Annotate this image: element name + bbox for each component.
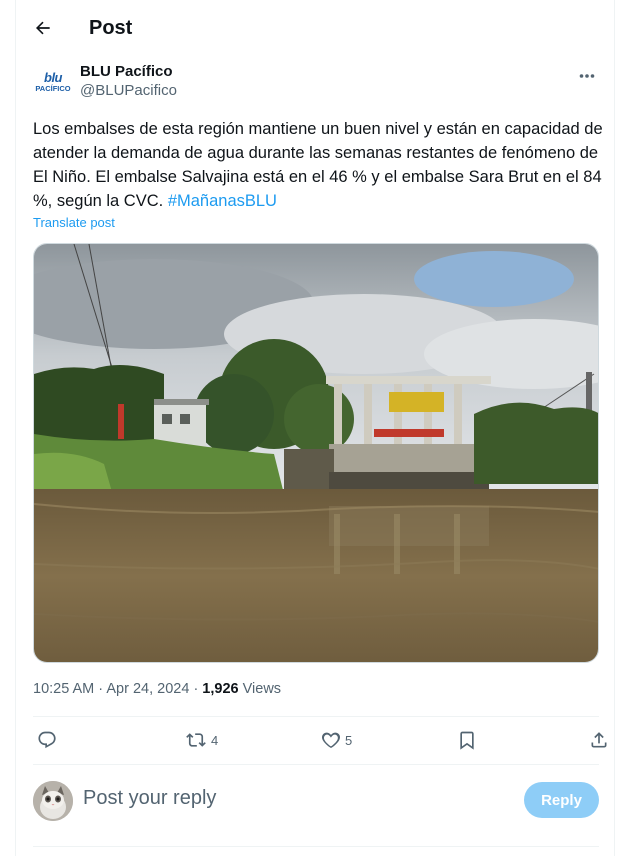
back-button[interactable] bbox=[30, 15, 56, 41]
meta-separator: · bbox=[193, 681, 203, 697]
reply-input[interactable]: Post your reply bbox=[83, 787, 216, 810]
translate-post-link[interactable]: Translate post bbox=[33, 215, 115, 230]
post-image[interactable] bbox=[33, 243, 599, 663]
reply-composer: Post your reply Reply bbox=[33, 772, 599, 830]
more-icon bbox=[579, 74, 595, 78]
repost-icon bbox=[186, 733, 206, 747]
like-count: 5 bbox=[345, 732, 353, 748]
share-action[interactable] bbox=[589, 729, 609, 751]
author-avatar[interactable]: blu PACÍFICO bbox=[33, 67, 73, 97]
bookmark-icon bbox=[460, 731, 474, 750]
author-name[interactable]: BLU Pacífico bbox=[80, 63, 173, 80]
user-avatar[interactable] bbox=[33, 781, 73, 821]
post-text: Los embalses de esta región mantiene un … bbox=[33, 117, 608, 213]
repost-action[interactable]: 4 bbox=[185, 729, 218, 751]
like-action[interactable]: 5 bbox=[321, 729, 352, 751]
post-column: Post blu PACÍFICO BLU Pacífico @BLUPacif… bbox=[15, 0, 615, 856]
logo-wordmark: blu bbox=[44, 69, 63, 85]
bookmark-action[interactable] bbox=[457, 729, 477, 751]
views-label: Views bbox=[242, 681, 282, 697]
action-bar: 4 5 bbox=[33, 717, 607, 763]
divider bbox=[33, 764, 599, 765]
post-author: blu PACÍFICO BLU Pacífico @BLUPacifico bbox=[33, 60, 599, 104]
post-date[interactable]: Apr 24, 2024 bbox=[106, 681, 189, 697]
post-meta: 10:25 AM · Apr 24, 2024 · 1,926 Views bbox=[33, 681, 281, 697]
page-title: Post bbox=[89, 17, 133, 39]
cat-avatar-image bbox=[33, 781, 73, 821]
divider bbox=[33, 846, 599, 847]
page-header: Post bbox=[16, 0, 616, 58]
hashtag-link[interactable]: #MañanasBLU bbox=[168, 192, 277, 210]
heart-icon bbox=[321, 732, 341, 748]
logo-subtext: PACÍFICO bbox=[35, 83, 71, 93]
post-body: Los embalses de esta región mantiene un … bbox=[33, 120, 603, 210]
more-options-button[interactable] bbox=[575, 66, 599, 86]
reply-action[interactable] bbox=[37, 729, 57, 751]
repost-count: 4 bbox=[211, 732, 219, 748]
views-count: 1,926 bbox=[202, 681, 239, 697]
arrow-left-icon bbox=[36, 21, 50, 35]
post-time[interactable]: 10:25 AM bbox=[33, 681, 94, 697]
reply-icon bbox=[38, 731, 56, 749]
share-icon bbox=[591, 732, 607, 748]
reply-button[interactable]: Reply bbox=[524, 782, 599, 818]
author-handle[interactable]: @BLUPacifico bbox=[80, 82, 177, 99]
river-dam-photo bbox=[34, 244, 598, 662]
